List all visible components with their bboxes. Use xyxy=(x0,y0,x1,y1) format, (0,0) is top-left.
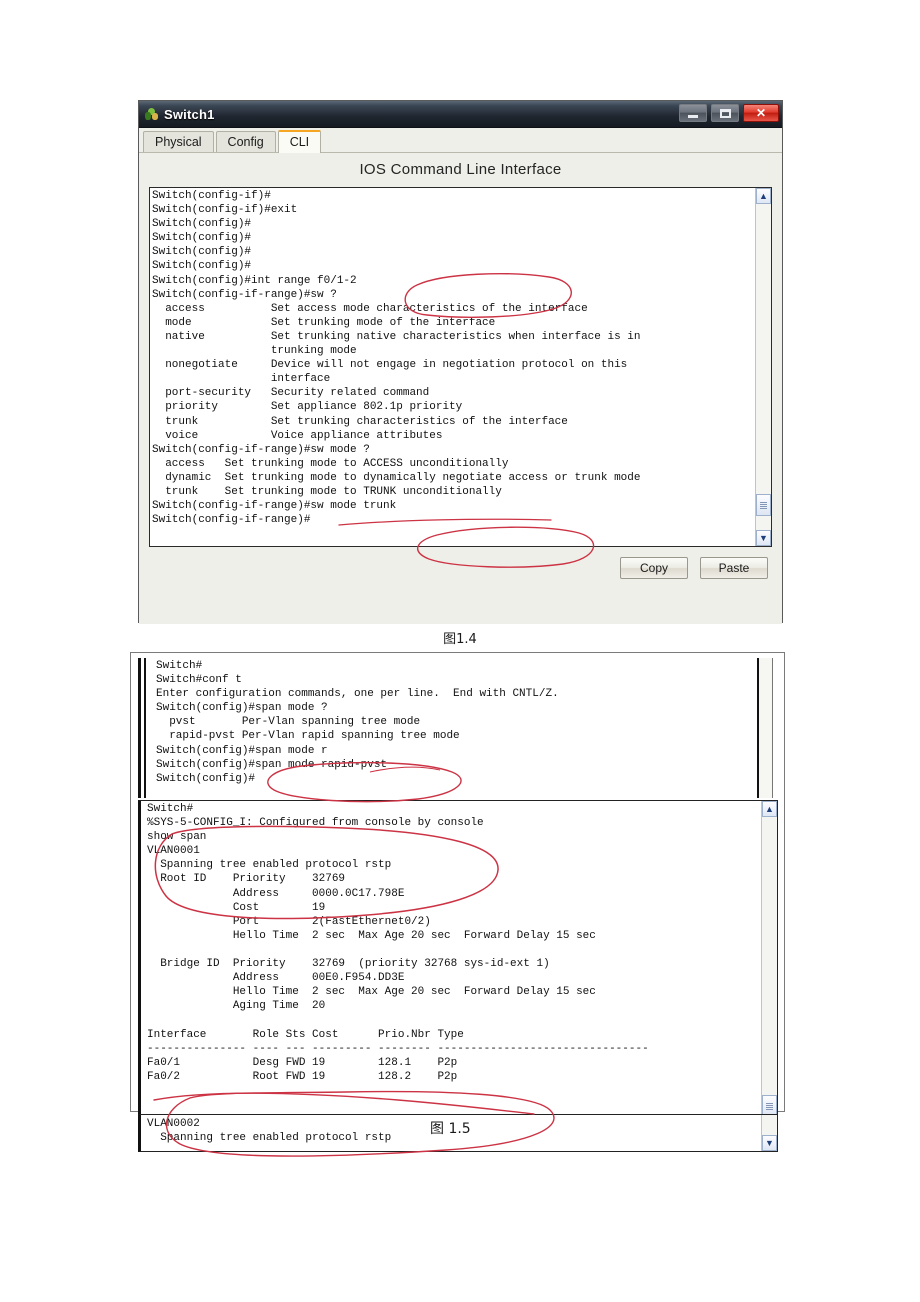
figure-1-4-caption: 图1.4 xyxy=(443,632,477,647)
figure-1-5: Switch# Switch#conf t Enter configuratio… xyxy=(130,652,785,1157)
console-capture-bottom[interactable]: Switch# %SYS-5-CONFIG_I: Configured from… xyxy=(138,800,778,1148)
capture-bottom-scrollbar[interactable]: ▲ ▼ xyxy=(761,801,777,1147)
window-titlebar: Switch1 ✕ xyxy=(139,101,782,128)
figure-1-5-caption: 图 1.5 xyxy=(430,1121,471,1137)
scroll-down-icon[interactable]: ▼ xyxy=(756,530,771,546)
scroll-down-icon[interactable]: ▼ xyxy=(762,1135,777,1151)
tab-physical[interactable]: Physical xyxy=(143,131,214,152)
capture-top-scrollbar[interactable] xyxy=(757,658,773,798)
paste-button[interactable]: Paste xyxy=(700,557,768,579)
scroll-up-icon[interactable]: ▲ xyxy=(756,188,771,204)
tab-config[interactable]: Config xyxy=(215,131,276,152)
packet-tracer-icon xyxy=(145,107,159,121)
window-title: Switch1 xyxy=(164,106,215,122)
maximize-button[interactable] xyxy=(711,104,739,122)
capture-footer-scrollbar[interactable]: ▼ xyxy=(761,1115,777,1151)
console-capture-top[interactable]: Switch# Switch#conf t Enter configuratio… xyxy=(138,658,773,798)
window-controls: ✕ xyxy=(679,104,779,122)
minimize-icon xyxy=(688,115,698,118)
scrollbar-grip-icon xyxy=(766,1102,773,1110)
cli-scrollbar[interactable]: ▲ ▼ xyxy=(755,188,771,546)
scrollbar-thumb[interactable] xyxy=(756,494,771,516)
cli-panel: IOS Command Line Interface Switch(config… xyxy=(139,153,782,624)
packet-tracer-window: Switch1 ✕ Physical Config CLI IOS Comman… xyxy=(138,100,783,624)
cli-action-buttons: Copy Paste xyxy=(620,557,768,579)
close-icon: ✕ xyxy=(755,106,767,120)
cli-output-text[interactable]: Switch(config-if)# Switch(config-if)#exi… xyxy=(150,188,755,546)
show-spanning-tree-output[interactable]: Switch# %SYS-5-CONFIG_I: Configured from… xyxy=(141,801,761,1147)
tab-cli[interactable]: CLI xyxy=(277,130,322,153)
maximize-icon xyxy=(719,108,731,118)
copy-button[interactable]: Copy xyxy=(620,557,688,579)
scroll-up-icon[interactable]: ▲ xyxy=(762,801,777,817)
scrollbar-grip-icon xyxy=(760,501,767,509)
minimize-button[interactable] xyxy=(679,104,707,122)
close-button[interactable]: ✕ xyxy=(743,104,779,122)
tab-bar: Physical Config CLI xyxy=(139,128,782,153)
page-title: IOS Command Line Interface xyxy=(359,161,562,178)
cli-console[interactable]: Switch(config-if)# Switch(config-if)#exi… xyxy=(149,187,772,547)
spanning-tree-mode-output[interactable]: Switch# Switch#conf t Enter configuratio… xyxy=(150,658,757,798)
